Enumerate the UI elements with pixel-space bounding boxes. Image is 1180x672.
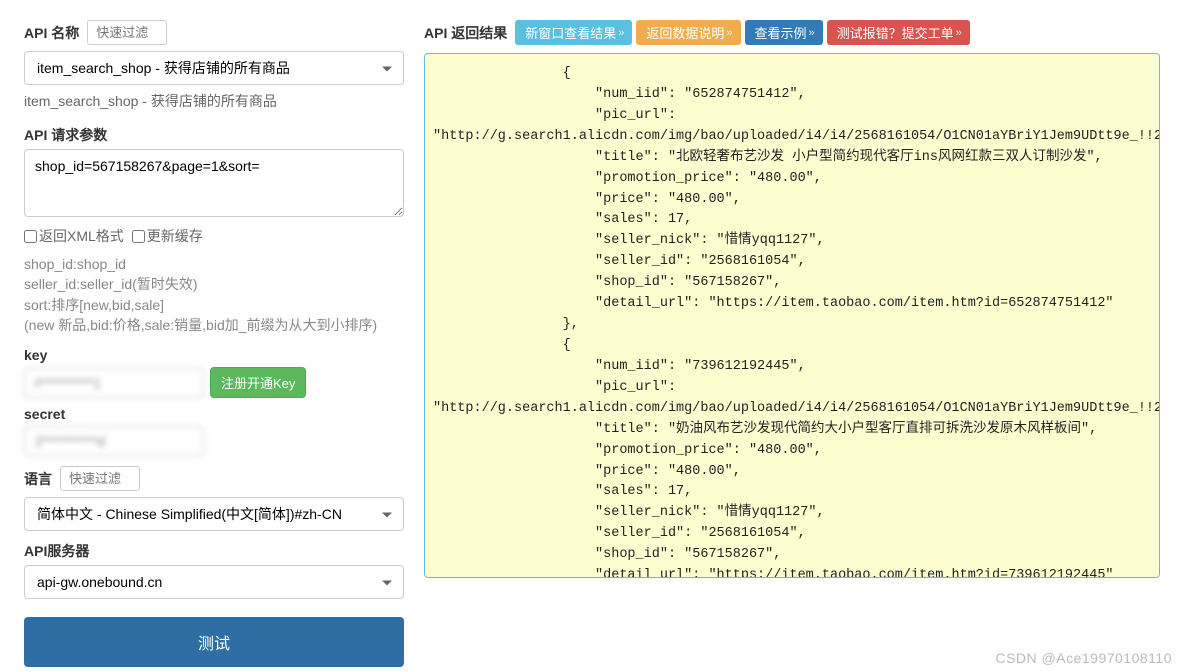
api-name-label: API 名称 [24, 20, 404, 45]
view-example-button[interactable]: 查看示例» [745, 20, 823, 45]
test-button[interactable]: 测试 [24, 617, 404, 667]
chevron-right-icon: » [726, 27, 732, 39]
chk-cache[interactable] [132, 230, 145, 243]
key-label: key [24, 347, 404, 363]
api-subtext: item_search_shop - 获得店铺的所有商品 [24, 91, 404, 111]
request-params-input[interactable] [24, 149, 404, 217]
chk-xml-label[interactable]: 返回XML格式 [24, 226, 124, 246]
chevron-right-icon: » [956, 27, 962, 39]
param-description: shop_id:shop_id seller_id:seller_id(暂时失效… [24, 254, 404, 335]
secret-label: secret [24, 406, 404, 422]
lang-select[interactable]: 简体中文 - Chinese Simplified(中文[简体])#zh-CN [24, 497, 404, 531]
right-panel: API 返回结果 新窗口查看结果» 返回数据说明» 查看示例» 测试报错？提交工… [424, 20, 1160, 672]
data-desc-button[interactable]: 返回数据说明» [636, 20, 740, 45]
chevron-right-icon: » [809, 27, 815, 39]
new-window-button[interactable]: 新窗口查看结果» [515, 20, 632, 45]
result-header: API 返回结果 新窗口查看结果» 返回数据说明» 查看示例» 测试报错？提交工… [424, 20, 1160, 45]
left-panel: API 名称 item_search_shop - 获得店铺的所有商品 item… [24, 20, 404, 672]
key-input[interactable] [24, 368, 204, 398]
submit-ticket-button[interactable]: 测试报错？提交工单» [827, 20, 970, 45]
chevron-right-icon: » [618, 27, 624, 39]
secret-input[interactable] [24, 426, 204, 456]
api-name-text: API 名称 [24, 23, 79, 43]
request-params-label: API 请求参数 [24, 125, 404, 145]
api-filter-input[interactable] [87, 20, 167, 45]
server-select[interactable]: api-gw.onebound.cn [24, 565, 404, 599]
result-title: API 返回结果 [424, 23, 507, 43]
result-output[interactable]: { "num_iid": "652874751412", "pic_url": … [424, 53, 1160, 578]
chk-cache-label[interactable]: 更新缓存 [132, 226, 203, 246]
register-key-button[interactable]: 注册开通Key [210, 367, 306, 398]
api-select[interactable]: item_search_shop - 获得店铺的所有商品 [24, 51, 404, 85]
server-label: API服务器 [24, 541, 404, 561]
chk-xml[interactable] [24, 230, 37, 243]
lang-label: 语言 [24, 469, 52, 489]
lang-label-row: 语言 [24, 466, 404, 491]
lang-filter-input[interactable] [60, 466, 140, 491]
watermark: CSDN @Ace19970108110 [995, 650, 1172, 666]
